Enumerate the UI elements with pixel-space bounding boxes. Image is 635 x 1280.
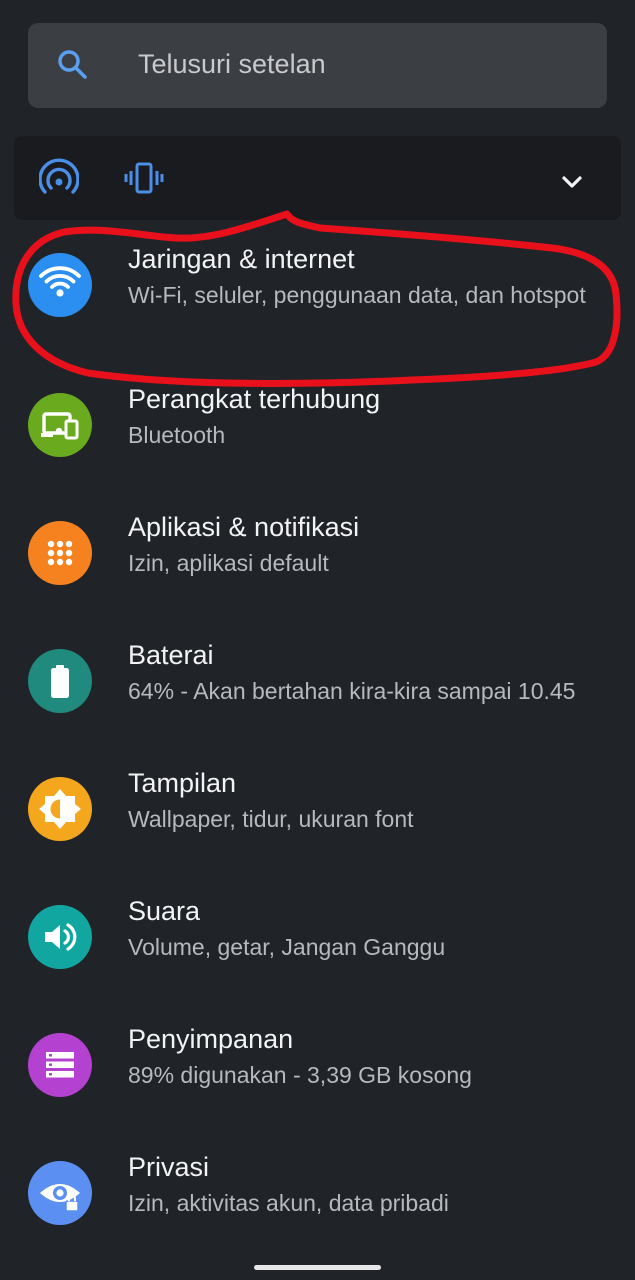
privacy-icon [40, 1184, 80, 1212]
item-subtitle: Izin, aktivitas akun, data pribadi [128, 1190, 449, 1216]
search-placeholder[interactable]: Telusuri setelan [138, 49, 326, 80]
item-subtitle: Izin, aplikasi default [128, 550, 329, 576]
item-subtitle: Wallpaper, tidur, ukuran font [128, 806, 414, 832]
volume-icon [45, 923, 77, 951]
item-title: Privasi [128, 1152, 210, 1182]
settings-item-battery[interactable]: Baterai 64% - Akan bertahan kira-kira sa… [0, 618, 635, 746]
item-subtitle: Wi-Fi, seluler, penggunaan data, dan hot… [128, 282, 586, 308]
settings-item-privacy[interactable]: Privasi Izin, aktivitas akun, data priba… [0, 1130, 635, 1258]
item-title: Jaringan & internet [128, 244, 355, 274]
chevron-down-icon[interactable] [558, 168, 586, 196]
settings-item-network[interactable]: Jaringan & internet Wi-Fi, seluler, peng… [0, 222, 635, 350]
settings-item-display[interactable]: Tampilan Wallpaper, tidur, ukuran font [0, 746, 635, 874]
item-icon-circle [28, 777, 92, 841]
item-subtitle: 64% - Akan bertahan kira-kira sampai 10.… [128, 678, 576, 704]
apps-icon [47, 540, 73, 566]
item-icon-circle [28, 393, 92, 457]
settings-item-apps[interactable]: Aplikasi & notifikasi Izin, aplikasi def… [0, 490, 635, 618]
vibrate-icon[interactable] [124, 158, 164, 198]
item-subtitle: 89% digunakan - 3,39 GB kosong [128, 1062, 472, 1088]
item-icon-circle [28, 1161, 92, 1225]
item-title: Penyimpanan [128, 1024, 294, 1054]
item-subtitle: Bluetooth [128, 422, 226, 448]
settings-item-sound[interactable]: Suara Volume, getar, Jangan Ganggu [0, 874, 635, 1002]
battery-icon [51, 665, 69, 698]
settings-screen: Telusuri setelan Jaringan & internet Wi-… [0, 0, 635, 1280]
item-icon-circle [28, 253, 92, 317]
brightness-icon [39, 789, 81, 829]
conditions-bar[interactable] [14, 136, 621, 220]
storage-icon [46, 1052, 74, 1078]
home-indicator[interactable] [254, 1265, 381, 1270]
item-title: Baterai [128, 640, 214, 670]
connected-devices-icon [41, 412, 79, 440]
settings-item-connected-devices[interactable]: Perangkat terhubung Bluetooth [0, 362, 635, 490]
item-title: Aplikasi & notifikasi [128, 512, 360, 542]
item-subtitle: Volume, getar, Jangan Ganggu [128, 934, 446, 960]
search-icon [58, 50, 87, 79]
item-icon-circle [28, 1033, 92, 1097]
hotspot-icon[interactable] [39, 158, 79, 198]
item-icon-circle [28, 649, 92, 713]
item-title: Tampilan [128, 768, 237, 798]
item-title: Suara [128, 896, 201, 926]
item-title: Perangkat terhubung [128, 384, 381, 414]
item-icon-circle [28, 905, 92, 969]
wifi-icon [39, 266, 81, 297]
item-icon-circle [28, 521, 92, 585]
settings-item-storage[interactable]: Penyimpanan 89% digunakan - 3,39 GB koso… [0, 1002, 635, 1130]
